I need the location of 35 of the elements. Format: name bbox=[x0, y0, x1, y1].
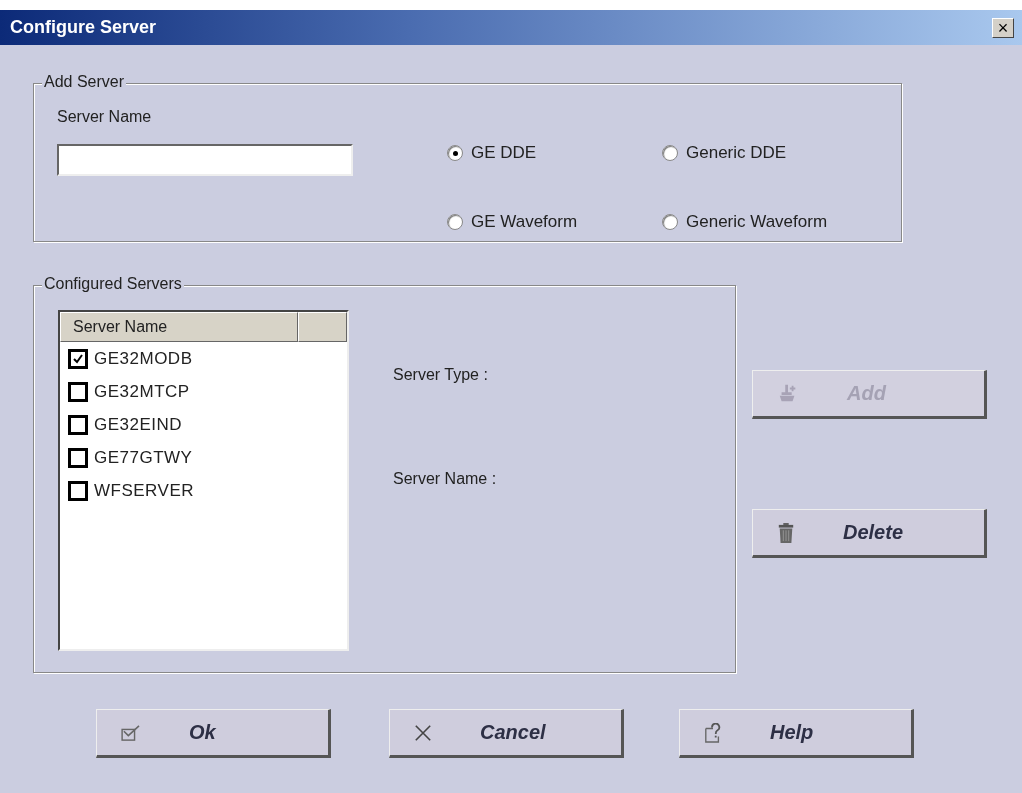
checkbox[interactable] bbox=[68, 414, 88, 435]
info-label: Server Name : bbox=[393, 470, 497, 488]
radio-button[interactable] bbox=[447, 213, 463, 230]
radio-option[interactable]: GE Waveform bbox=[447, 202, 662, 241]
radio-option[interactable]: Generic DDE bbox=[662, 134, 892, 173]
list-item[interactable]: GE77GTWY bbox=[60, 441, 347, 474]
help-button[interactable]: Help bbox=[679, 709, 914, 758]
radio-button[interactable] bbox=[662, 145, 678, 162]
checkbox[interactable] bbox=[68, 381, 88, 402]
column-header[interactable]: Server Name bbox=[60, 312, 298, 342]
check-mark-icon bbox=[72, 352, 84, 365]
list-item[interactable]: WFSERVER bbox=[60, 474, 347, 507]
trash-icon bbox=[777, 521, 795, 544]
checkbox[interactable] bbox=[68, 447, 88, 468]
cancel-button[interactable]: Cancel bbox=[389, 709, 624, 758]
radio-button[interactable] bbox=[447, 145, 463, 162]
delete-button[interactable]: Delete bbox=[752, 509, 987, 558]
close-button[interactable]: × bbox=[992, 17, 1014, 38]
close-icon bbox=[414, 723, 432, 742]
window-title: Configure Server bbox=[10, 17, 157, 38]
radio-option[interactable]: GE DDE bbox=[447, 134, 662, 173]
radio-button[interactable] bbox=[662, 213, 678, 230]
list-item[interactable]: GE32MODB bbox=[60, 342, 347, 375]
checkbox[interactable] bbox=[68, 480, 88, 501]
list-item[interactable]: GE32EIND bbox=[60, 408, 347, 441]
checkbox-icon bbox=[121, 724, 141, 741]
list-item[interactable]: GE32MTCP bbox=[60, 375, 347, 408]
checkbox[interactable] bbox=[68, 348, 88, 369]
radio-option[interactable]: Generic Waveform bbox=[662, 202, 892, 241]
help-icon bbox=[704, 722, 722, 743]
group-label: Configured Servers bbox=[42, 275, 184, 293]
ok-button[interactable]: Ok bbox=[96, 709, 331, 758]
field-label: Server Name bbox=[57, 108, 153, 126]
server-name-field[interactable] bbox=[57, 144, 353, 176]
info-label: Server Type : bbox=[393, 366, 489, 384]
